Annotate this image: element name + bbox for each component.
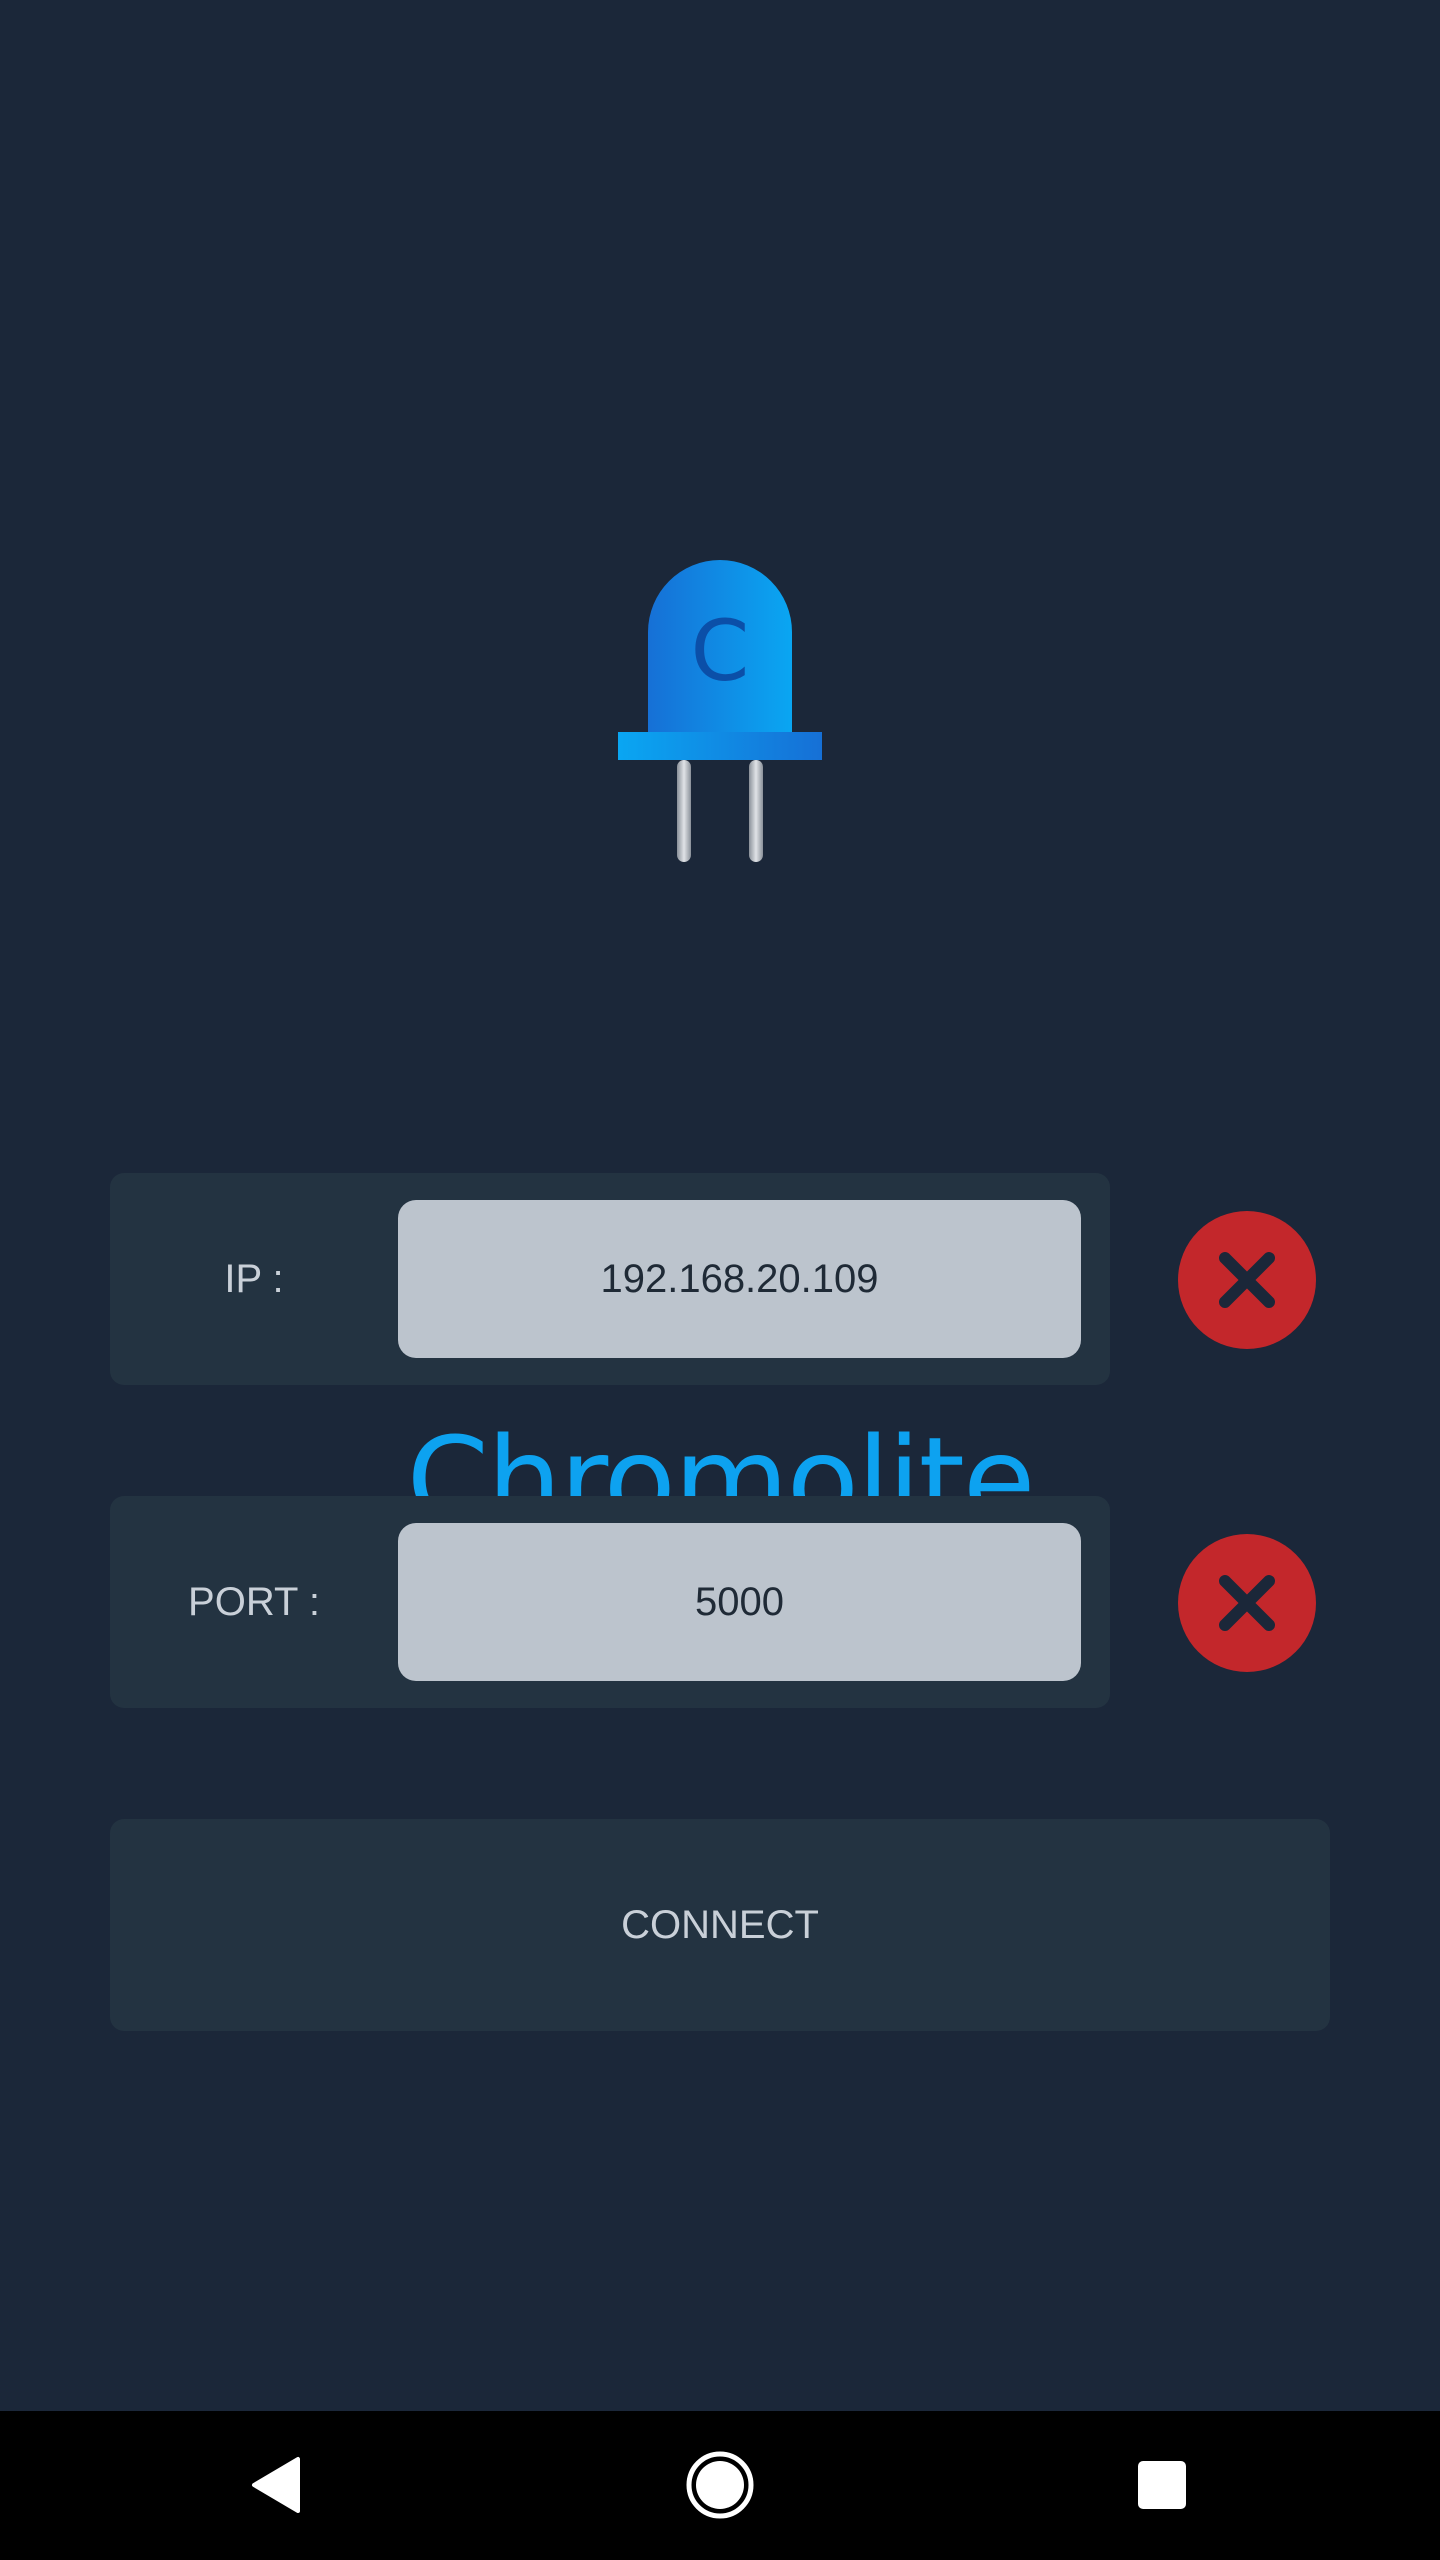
navigation-bar xyxy=(0,2411,1440,2560)
port-field-card: PORT : xyxy=(110,1496,1110,1708)
nav-back-button[interactable] xyxy=(200,2411,360,2560)
led-icon: C xyxy=(618,560,822,862)
close-icon xyxy=(1219,1252,1275,1308)
recents-square-icon xyxy=(1138,2461,1186,2509)
connect-button[interactable]: CONNECT xyxy=(110,1819,1330,2031)
logo-letter: C xyxy=(691,602,750,700)
ip-input[interactable] xyxy=(398,1200,1081,1358)
clear-port-button[interactable] xyxy=(1178,1534,1316,1672)
ip-field-card: IP : xyxy=(110,1173,1110,1385)
nav-recents-button[interactable] xyxy=(1082,2411,1242,2560)
home-circle-icon xyxy=(686,2451,754,2519)
ip-label: IP : xyxy=(224,1257,284,1301)
close-icon xyxy=(1219,1575,1275,1631)
back-triangle-icon xyxy=(252,2457,300,2513)
nav-home-button[interactable] xyxy=(640,2411,800,2560)
port-input[interactable] xyxy=(398,1523,1081,1681)
port-label: PORT : xyxy=(188,1580,320,1624)
app-logo: C Chromolite xyxy=(0,560,1440,1545)
clear-ip-button[interactable] xyxy=(1178,1211,1316,1349)
